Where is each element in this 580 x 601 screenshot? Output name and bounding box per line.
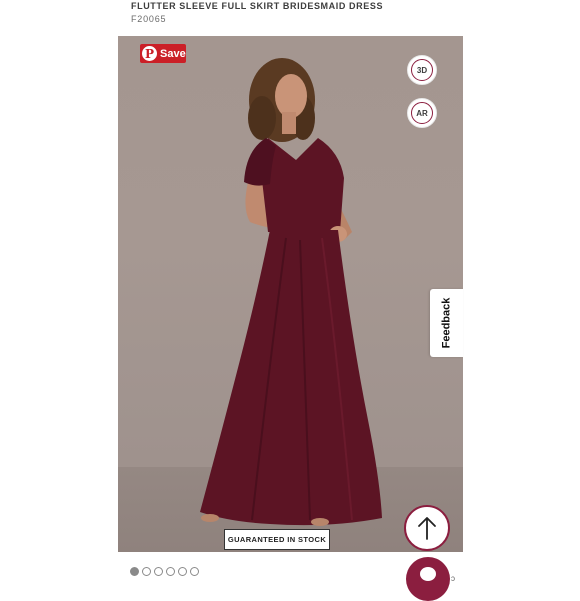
- gallery-dot[interactable]: [190, 567, 199, 576]
- chat-button[interactable]: [406, 557, 450, 601]
- product-sku: F20065: [131, 14, 167, 24]
- chat-icon: [420, 567, 436, 581]
- gallery-dot[interactable]: [142, 567, 151, 576]
- gallery-dot[interactable]: [166, 567, 175, 576]
- arrow-up-icon: [418, 517, 436, 540]
- view-3d-button[interactable]: 3D: [407, 55, 437, 85]
- ar-icon: AR: [411, 102, 433, 124]
- gallery-dot[interactable]: [130, 567, 139, 576]
- gallery-pagination: [130, 567, 199, 576]
- gallery-dot[interactable]: [154, 567, 163, 576]
- model-face: [275, 74, 307, 118]
- feedback-label: Feedback: [440, 297, 453, 349]
- product-title: FLUTTER SLEEVE FULL SKIRT BRIDESMAID DRE…: [131, 1, 384, 11]
- feedback-tab[interactable]: Feedback: [430, 289, 463, 357]
- scroll-to-top-button[interactable]: [404, 505, 450, 551]
- in-stock-badge: GUARANTEED IN STOCK: [224, 529, 330, 550]
- edge-glyph: ɔ: [451, 574, 455, 583]
- view-ar-button[interactable]: AR: [407, 98, 437, 128]
- 3d-view-icon: 3D: [411, 59, 433, 81]
- dress-skirt: [200, 230, 382, 526]
- gallery-dot[interactable]: [178, 567, 187, 576]
- pinterest-save-button[interactable]: P Save: [140, 44, 186, 63]
- pinterest-icon: P: [142, 46, 157, 61]
- save-label: Save: [160, 47, 186, 60]
